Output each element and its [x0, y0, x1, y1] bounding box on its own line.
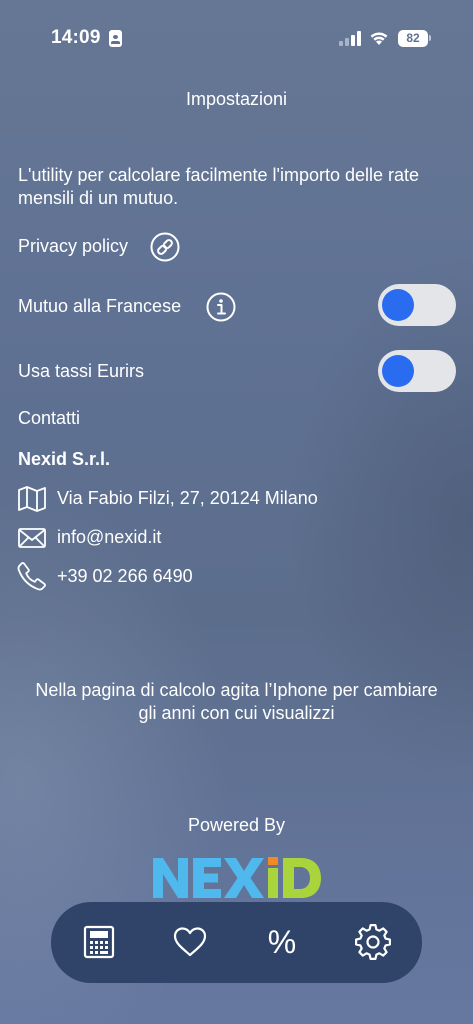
shake-hint: Nella pagina di calcolo agita l’Iphone p… [35, 680, 438, 723]
contacts-heading: Contatti [18, 408, 81, 428]
email-link[interactable]: info@nexid.it [57, 527, 161, 548]
calculator-icon[interactable] [79, 922, 119, 962]
heart-icon[interactable] [170, 922, 210, 962]
eurirs-toggle[interactable] [378, 350, 456, 392]
info-icon[interactable] [206, 292, 236, 322]
eurirs-setting-label: Usa tassi Eurirs [18, 361, 145, 381]
gear-icon[interactable] [353, 922, 393, 962]
privacy-policy-link[interactable]: Privacy policy [18, 236, 128, 257]
percent-glyph: % [268, 924, 296, 960]
contact-card-icon [109, 30, 122, 47]
francese-setting-label: Mutuo alla Francese [18, 296, 182, 316]
percent-icon[interactable]: % [262, 922, 302, 962]
company-name: Nexid S.r.l. [18, 449, 111, 469]
nexid-logo [153, 857, 321, 898]
address-link[interactable]: Via Fabio Filzi, 27, 20124 Milano [57, 488, 318, 509]
map-icon [18, 486, 46, 512]
status-time: 14:09 [51, 27, 101, 48]
phone-link[interactable]: +39 02 266 6490 [57, 566, 193, 587]
page-title: Impostazioni [185, 89, 288, 109]
phone-icon [17, 562, 46, 591]
francese-toggle[interactable] [378, 284, 456, 326]
link-icon[interactable] [150, 232, 180, 262]
toggle-knob [382, 355, 414, 387]
toggle-knob [382, 289, 414, 321]
bottom-tab-bar: % [51, 902, 422, 983]
battery-tip [429, 35, 431, 41]
battery-indicator: 82 [398, 30, 428, 47]
app-description: L'utility per calcolare facilmente l'imp… [18, 165, 420, 208]
mail-icon [18, 528, 46, 548]
powered-by-label: Powered By [187, 815, 286, 835]
cellular-signal-icon [339, 31, 363, 46]
wifi-icon [370, 32, 388, 45]
